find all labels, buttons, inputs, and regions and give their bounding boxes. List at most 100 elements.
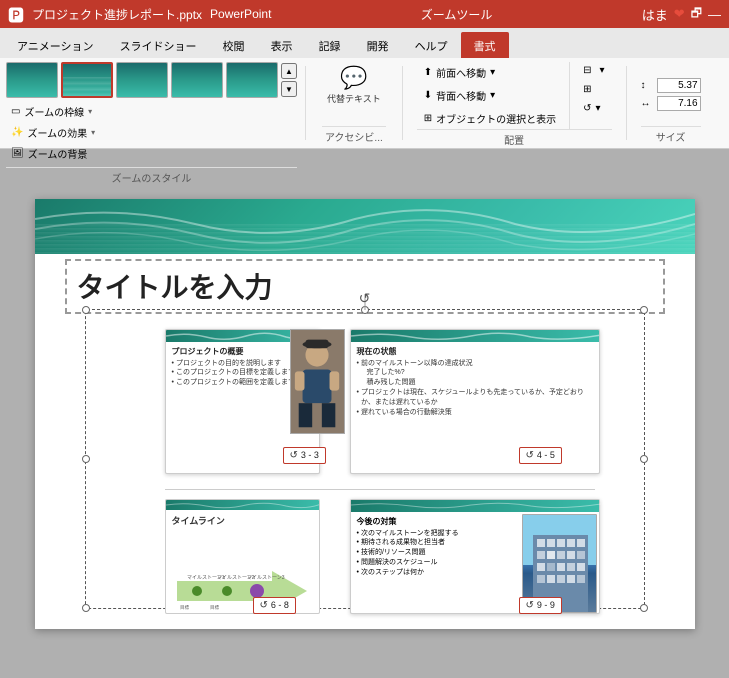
slide-header-decoration	[35, 199, 695, 254]
group-icon: ⊞	[583, 84, 591, 95]
size-label: サイズ	[641, 126, 701, 144]
zoom-dropdowns: ▭ ズームの枠線 ▾ ✨ ズームの効果 ▾ 🖼 ズームの背景	[6, 102, 297, 163]
minimize-button[interactable]: —	[708, 7, 721, 22]
scroll-arrows: ▲ ▼	[281, 63, 297, 97]
zoom-style-group: ▲ ▼ ▭ ズームの枠線 ▾ ✨ ズームの効果 ▾ 🖼 ズームの背景	[6, 62, 297, 144]
zoom-thumb-4[interactable]	[171, 62, 223, 98]
card2-badge[interactable]: ↺ 4 - 5	[519, 447, 562, 464]
chevron-down-icon-2: ▾	[490, 90, 495, 101]
send-backward-btn[interactable]: ⬇ 背面へ移動 ▾	[417, 85, 563, 106]
filename: プロジェクト進捗レポート.pptx	[32, 6, 202, 23]
zoom-card-4[interactable]: 今後の対策 次のマイルストーンを把握する 期待される成果物と担当者 技術的/リソ…	[350, 499, 600, 614]
card3-header	[166, 500, 319, 510]
tab-help[interactable]: ヘルプ	[402, 32, 461, 58]
bring-forward-icon: ⬆	[424, 67, 432, 78]
badge2-label: 4 - 5	[537, 450, 555, 460]
width-input-row: ↔	[641, 96, 701, 111]
send-backward-icon: ⬇	[424, 90, 432, 101]
app-name: PowerPoint	[210, 7, 271, 21]
handle-br[interactable]	[640, 604, 648, 612]
zoom-thumbnails-row: ▲ ▼	[6, 62, 297, 98]
zoom-style-label: ズームのスタイル	[6, 167, 297, 185]
app-icon: 🅿	[8, 2, 24, 26]
person-svg	[291, 329, 344, 434]
alt-text-button[interactable]: 💬 代替テキスト	[322, 62, 386, 108]
card2-bullet-3: プロジェクトは現在、スケジュールよりも先走っているか、予定どおりか、または遅れて…	[357, 388, 593, 408]
person-photo	[290, 329, 345, 434]
arrange-col-1: ⬆ 前面へ移動 ▾ ⬇ 背面へ移動 ▾ ⊞ オブジェクトの選択と表示	[417, 62, 563, 129]
ribbon-divider-1	[305, 66, 306, 140]
card4-header	[351, 500, 599, 512]
card1-badge[interactable]: ↺ 3 - 3	[283, 447, 326, 464]
tab-format[interactable]: 書式	[461, 32, 509, 58]
rotate-handle[interactable]: ↺	[359, 290, 371, 307]
select-objects-btn[interactable]: ⊞ オブジェクトの選択と表示	[417, 108, 563, 129]
alt-text-icon: 💬	[340, 65, 367, 91]
badge3-icon: ↺	[260, 600, 268, 611]
zoom-bg-icon: 🖼	[11, 148, 24, 159]
width-input[interactable]	[657, 96, 701, 111]
zoom-card-3[interactable]: タイムライン マイルストーン1 マイルストーン2 マイルストーン3 目標 目標	[165, 499, 320, 614]
title-bar-left: 🅿 プロジェクト進捗レポート.pptx PowerPoint	[8, 2, 271, 26]
card2-bullet-1: 前のマイルストーン以降の達成状況	[357, 359, 593, 369]
window-mode-icon[interactable]: 🗗	[691, 4, 702, 25]
zoom-thumb-3[interactable]	[116, 62, 168, 98]
username: はま	[642, 5, 668, 24]
group-btn[interactable]: ⊞	[576, 81, 611, 98]
chevron-down-icon-4: ▾	[596, 103, 601, 114]
title-bar-right: はま ❤ 🗗 —	[642, 4, 721, 25]
scroll-up-btn[interactable]: ▲	[281, 63, 297, 79]
tab-slideshow[interactable]: スライドショー	[107, 32, 210, 58]
align-icon: ⊟	[583, 65, 591, 76]
svg-text:目標: 目標	[180, 604, 189, 611]
ribbon: アニメーション スライドショー 校閲 表示 記録 開発 ヘルプ 書式 ▲ ▼	[0, 28, 729, 149]
zoom-effect-icon: ✨	[11, 127, 23, 138]
zoom-border-dropdown[interactable]: ▭ ズームの枠線 ▾	[6, 102, 297, 121]
tab-dev[interactable]: 開発	[354, 32, 402, 58]
zoom-thumb-1[interactable]	[6, 62, 58, 98]
title-bar: 🅿 プロジェクト進捗レポート.pptx PowerPoint ズームツール はま…	[0, 0, 729, 28]
card2-bullet-4: 遅れている場合の行動解決策	[357, 408, 593, 418]
handle-ml[interactable]	[82, 455, 90, 463]
size-group: ↕ ↔ サイズ	[635, 62, 707, 144]
title-bar-center: ズームツール	[421, 6, 493, 23]
tab-animation[interactable]: アニメーション	[4, 32, 107, 58]
zoom-effect-dropdown[interactable]: ✨ ズームの効果 ▾	[6, 123, 297, 142]
height-input[interactable]	[657, 78, 701, 93]
bring-forward-btn[interactable]: ⬆ 前面へ移動 ▾	[417, 62, 563, 83]
card3-badge[interactable]: ↺ 6 - 8	[253, 597, 296, 614]
zoom-card-2[interactable]: 現在の状態 前のマイルストーン以降の達成状況 完了した%? 積み残した問題 プロ…	[350, 329, 600, 474]
scroll-down-btn[interactable]: ▼	[281, 81, 297, 97]
align-btn[interactable]: ⊟ ▾	[576, 62, 611, 79]
card2-sub-bullets: 完了した%? 積み残した問題	[357, 368, 593, 388]
select-objects-icon: ⊞	[424, 113, 432, 124]
arrange-group: ⬆ 前面へ移動 ▾ ⬇ 背面へ移動 ▾ ⊞ オブジェクトの選択と表示	[411, 62, 618, 144]
arrange-buttons: ⬆ 前面へ移動 ▾ ⬇ 背面へ移動 ▾ ⊞ オブジェクトの選択と表示	[417, 62, 612, 129]
zoom-thumb-2[interactable]	[61, 62, 113, 98]
rotate-icon: ↺	[583, 103, 591, 114]
ribbon-divider-2	[402, 66, 403, 140]
card2-wave	[351, 330, 600, 342]
card4-title: 今後の対策	[357, 516, 516, 527]
badge1-label: 3 - 3	[301, 450, 319, 460]
card4-bullet-3: 技術的/リソース問題	[357, 548, 516, 558]
ribbon-divider-3	[626, 66, 627, 140]
width-label: ↔	[641, 98, 655, 109]
tab-view[interactable]: 表示	[258, 32, 306, 58]
card4-badge[interactable]: ↺ 9 - 9	[519, 597, 562, 614]
card2-body: 現在の状態 前のマイルストーン以降の達成状況 完了した%? 積み残した問題 プロ…	[351, 342, 599, 422]
handle-mr[interactable]	[640, 455, 648, 463]
badge3-label: 6 - 8	[271, 600, 289, 610]
heart-icon: ❤	[674, 6, 685, 22]
rotate-btn[interactable]: ↺ ▾	[576, 100, 611, 117]
chevron-down-icon-3: ▾	[600, 65, 605, 76]
arrange-label: 配置	[417, 129, 612, 147]
accessibility-label: アクセシビ...	[322, 126, 386, 144]
tab-review[interactable]: 校閲	[210, 32, 258, 58]
tab-record[interactable]: 記録	[306, 32, 354, 58]
card4-body: 今後の対策 次のマイルストーンを把握する 期待される成果物と担当者 技術的/リソ…	[351, 512, 522, 615]
zoom-thumb-5[interactable]	[226, 62, 278, 98]
zoom-bg-dropdown[interactable]: 🖼 ズームの背景	[6, 144, 297, 163]
handle-bl[interactable]	[82, 604, 90, 612]
svg-text:目標: 目標	[210, 604, 219, 611]
